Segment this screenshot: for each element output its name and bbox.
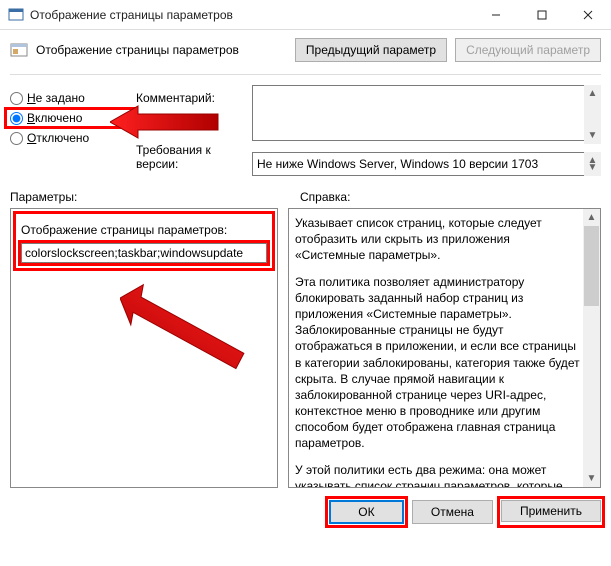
scroll-thumb[interactable] (584, 226, 599, 306)
scrollbar[interactable]: ▲ ▼ (583, 209, 600, 487)
radio-enabled-input[interactable] (10, 112, 23, 125)
dialog-footer: ОК Отмена Применить (0, 488, 611, 536)
parameters-section-label: Параметры: (10, 190, 300, 204)
radio-not-configured-input[interactable] (10, 92, 23, 105)
help-text: У этой политики есть два режима: она мож… (295, 462, 582, 488)
parameters-panel: Отображение страницы параметров: (10, 208, 278, 488)
state-radio-group: Не задано Включено Отключено (10, 85, 130, 176)
close-button[interactable] (565, 0, 611, 30)
scrollbar[interactable]: ▲ ▼ (584, 85, 601, 144)
help-text: Эта политика позволяет администратору бл… (295, 274, 582, 452)
comment-textarea[interactable] (252, 85, 601, 141)
radio-disabled-input[interactable] (10, 132, 23, 145)
maximize-button[interactable] (519, 0, 565, 30)
ok-button[interactable]: ОК (329, 500, 404, 524)
help-panel: Указывает список страниц, которые следуе… (288, 208, 601, 488)
minimize-button[interactable] (473, 0, 519, 30)
next-setting-button: Следующий параметр (455, 38, 601, 62)
apply-button[interactable]: Применить (501, 500, 601, 522)
scrollbar[interactable]: ▲ ▼ (584, 152, 601, 176)
radio-disabled[interactable]: Отключено (10, 131, 130, 145)
scroll-down-icon[interactable]: ▼ (583, 470, 600, 487)
app-icon (8, 7, 24, 23)
cancel-button[interactable]: Отмена (412, 500, 493, 524)
radio-enabled[interactable]: Включено (10, 111, 130, 125)
scroll-down-icon[interactable]: ▼ (584, 127, 601, 144)
policy-icon (10, 41, 28, 59)
pages-visibility-input[interactable] (21, 243, 267, 263)
radio-not-configured[interactable]: Не задано (10, 91, 130, 105)
page-title: Отображение страницы параметров (36, 43, 287, 57)
requirements-field: Не ниже Windows Server, Windows 10 верси… (252, 152, 601, 176)
previous-setting-button[interactable]: Предыдущий параметр (295, 38, 447, 62)
divider (10, 74, 601, 75)
title-bar: Отображение страницы параметров (0, 0, 611, 30)
help-text: Указывает список страниц, которые следуе… (295, 215, 582, 264)
header-row: Отображение страницы параметров Предыдущ… (0, 30, 611, 70)
parameter-label: Отображение страницы параметров: (21, 223, 267, 237)
scroll-up-icon[interactable]: ▲ (583, 209, 600, 226)
scroll-up-icon[interactable]: ▲ (584, 85, 601, 102)
requirements-label: Требования к версии: (136, 143, 246, 171)
comment-label: Комментарий: (136, 91, 246, 105)
help-section-label: Справка: (300, 190, 350, 204)
window-title: Отображение страницы параметров (30, 8, 473, 22)
scroll-down-icon[interactable]: ▼ (584, 159, 601, 176)
